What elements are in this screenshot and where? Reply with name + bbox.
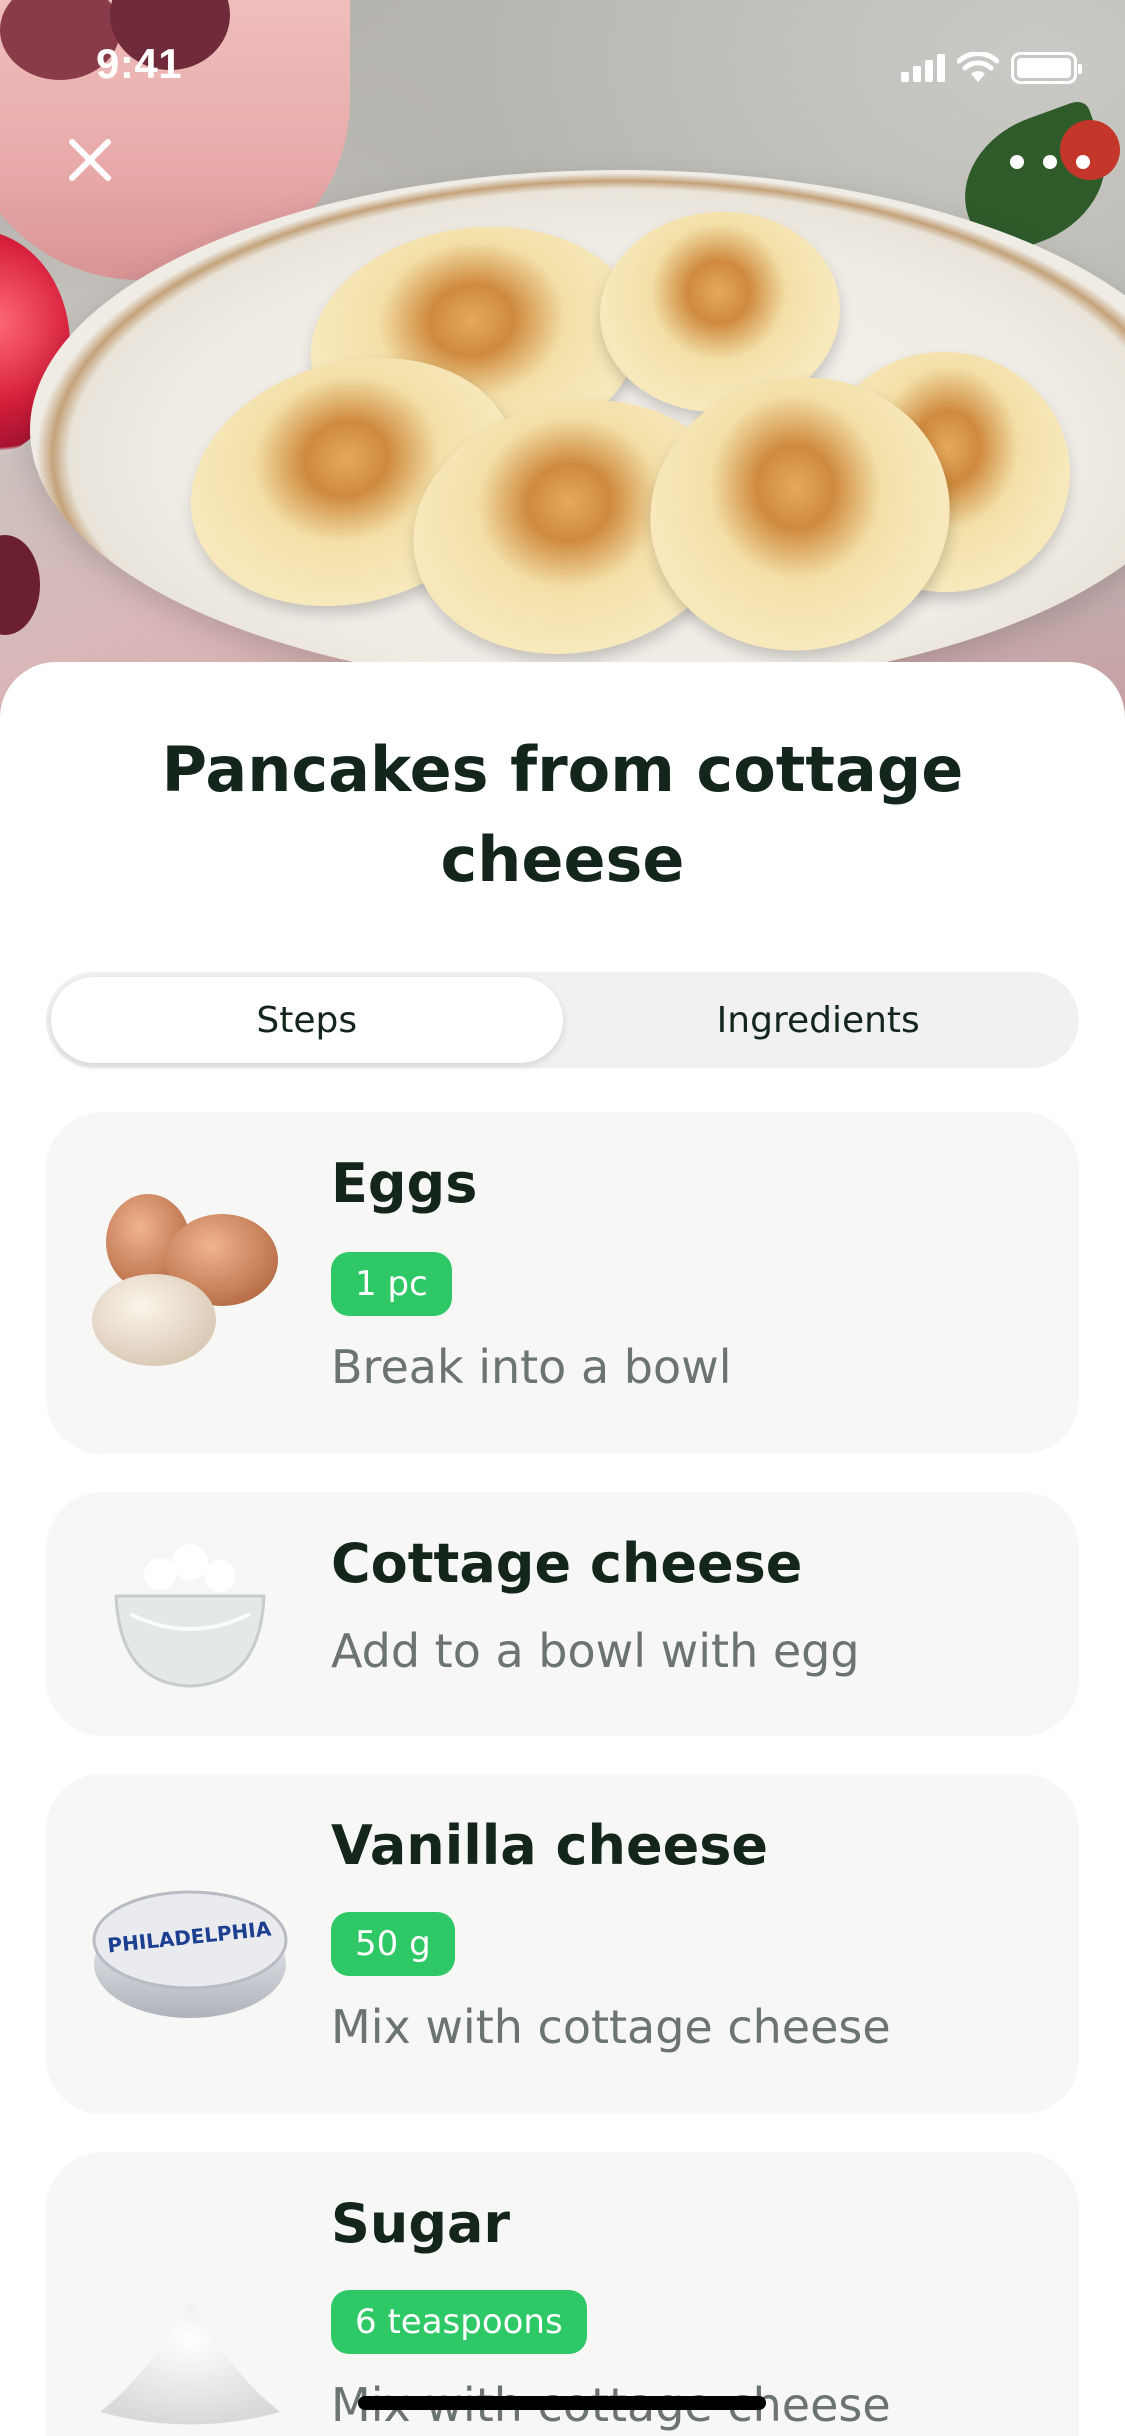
cottage-cheese-image [114, 1544, 266, 1688]
close-icon [69, 139, 111, 181]
amount-badge: 1 pc [331, 1252, 452, 1316]
status-icons [901, 52, 1082, 84]
more-dot [1043, 155, 1057, 169]
tabs-segmented-control: Steps Ingredients [46, 972, 1079, 1068]
ingredient-name: Cottage cheese [331, 1532, 803, 1595]
tab-ingredients[interactable]: Ingredients [563, 977, 1075, 1063]
more-dot [1010, 155, 1024, 169]
eggs-image [92, 1194, 278, 1366]
status-time: 9:41 [96, 40, 183, 87]
ingredient-instruction: Break into a bowl [331, 1340, 732, 1394]
ingredient-card-vanilla-cheese[interactable]: PHILADELPHIA Vanilla cheese 50 g Mix wit… [46, 1774, 1079, 2114]
more-options-button[interactable] [1010, 142, 1090, 182]
ingredient-name: Eggs [331, 1152, 478, 1215]
more-dot [1076, 155, 1090, 169]
ingredient-name: Vanilla cheese [331, 1814, 768, 1877]
amount-badge: 6 teaspoons [331, 2290, 587, 2354]
recipe-title: Pancakes from cottage cheese [161, 733, 964, 896]
ingredient-instruction: Mix with cottage cheese [331, 2000, 891, 2054]
ingredient-card-cottage-cheese[interactable]: Cottage cheese Add to a bowl with egg [46, 1492, 1079, 1736]
ingredient-name: Sugar [331, 2192, 511, 2255]
ingredient-card-eggs[interactable]: Eggs 1 pc Break into a bowl [46, 1112, 1079, 1454]
home-indicator[interactable] [358, 2396, 766, 2410]
cellular-signal-icon [901, 54, 945, 82]
amount-badge: 50 g [331, 1912, 455, 1976]
wifi-icon [957, 52, 999, 82]
battery-icon [1011, 52, 1082, 84]
hero-photo [0, 0, 1125, 720]
sugar-image [100, 2302, 280, 2425]
ingredient-instruction: Add to a bowl with egg [331, 1624, 860, 1678]
tab-steps[interactable]: Steps [51, 977, 563, 1063]
berry [0, 535, 40, 635]
cream-cheese-image: PHILADELPHIA [92, 1890, 288, 2018]
ingredient-card-sugar[interactable]: Sugar 6 teaspoons Mix with cottage chees… [46, 2152, 1079, 2436]
close-button[interactable] [62, 132, 118, 188]
